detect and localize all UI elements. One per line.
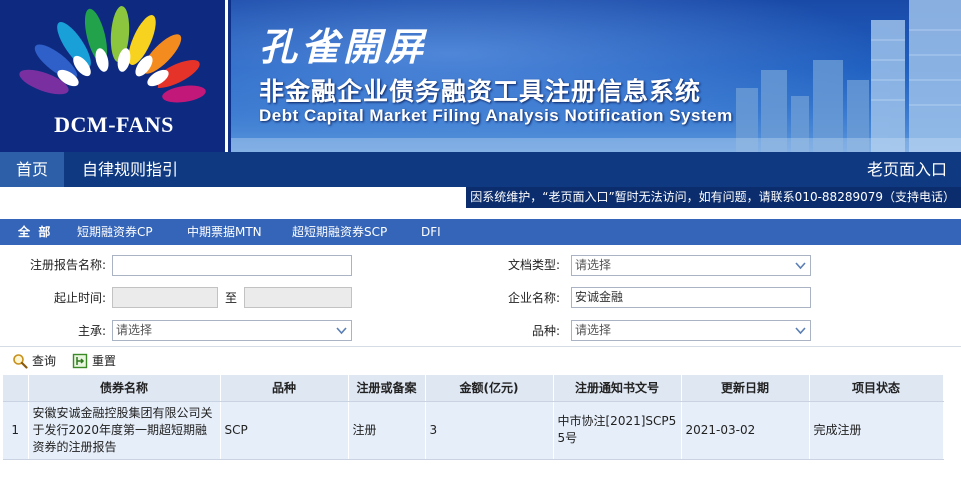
system-title-en: Debt Capital Market Filing Analysis Noti…	[259, 106, 733, 125]
report-name-input[interactable]	[112, 255, 352, 276]
variety-label: 品种:	[531, 324, 560, 338]
tab-cp[interactable]: 短期融资券CP	[77, 219, 153, 245]
logo-text: DCM-FANS	[54, 112, 174, 137]
company-label: 企业名称:	[507, 291, 560, 305]
doc-type-select[interactable]: 请选择	[571, 255, 811, 276]
date-cell: 2021-03-02	[681, 401, 810, 460]
time-range-separator: 至	[224, 291, 237, 305]
start-date-input[interactable]	[112, 287, 218, 308]
tab-all[interactable]: 全 部	[18, 219, 50, 245]
nav-rules[interactable]: 自律规则指引	[66, 152, 194, 187]
col-header-date[interactable]: 更新日期	[681, 375, 810, 402]
reset-button[interactable]: 重置	[72, 352, 116, 370]
amount-cell: 3	[425, 401, 554, 460]
table-row[interactable]: 1 安徽安诚金融控股集团有限公司关于发行2020年度第一期超短期融资券的注册报告…	[3, 401, 944, 460]
variety-select[interactable]: 请选择	[571, 320, 811, 341]
reset-label: 重置	[92, 354, 117, 368]
tab-dfi[interactable]: DFI	[421, 219, 441, 245]
underwriter-value: 请选择	[116, 323, 153, 337]
main-nav: 首页 自律规则指引 老页面入口	[0, 152, 961, 187]
table-header-row: 债券名称 品种 注册或备案 金额(亿元) 注册通知书文号 更新日期 项目状态	[3, 375, 944, 402]
header-banner: DCM-FANS 孔雀開屏 非金融企业债务融资工具注册信息系统 Debt Cap…	[0, 0, 961, 152]
col-header-variety[interactable]: 品种	[220, 375, 349, 402]
time-range-label: 起止时间:	[53, 291, 106, 305]
tab-mtn[interactable]: 中期票据MTN	[187, 219, 262, 245]
chevron-down-icon	[336, 327, 347, 335]
maintenance-notice: 因系统维护，“老页面入口”暂时无法访问，如有问题，请联系010-88289079…	[466, 187, 961, 208]
nav-home[interactable]: 首页	[0, 152, 65, 187]
type-cell: 注册	[348, 401, 426, 460]
col-header-amount[interactable]: 金额(亿元)	[425, 375, 554, 402]
nav-old-portal[interactable]: 老页面入口	[851, 152, 961, 187]
reset-icon	[72, 353, 88, 369]
category-tabs: 全 部 短期融资券CP 中期票据MTN 超短期融资券SCP DFI	[0, 219, 961, 245]
col-header-status[interactable]: 项目状态	[809, 375, 944, 402]
logo[interactable]: DCM-FANS	[0, 0, 228, 152]
calligraphy-title: 孔雀開屏	[259, 24, 428, 69]
col-header-type[interactable]: 注册或备案	[348, 375, 426, 402]
tab-scp[interactable]: 超短期融资券SCP	[292, 219, 387, 245]
search-icon	[13, 354, 28, 369]
query-button[interactable]: 查询	[12, 352, 56, 370]
col-header-notice-no[interactable]: 注册通知书文号	[553, 375, 682, 402]
underwriter-select[interactable]: 请选择	[112, 320, 352, 341]
divider	[0, 346, 961, 347]
variety-cell: SCP	[220, 401, 349, 460]
col-header-name[interactable]: 债券名称	[28, 375, 221, 402]
end-date-input[interactable]	[244, 287, 352, 308]
variety-value: 请选择	[575, 323, 612, 337]
query-label: 查询	[32, 354, 57, 368]
report-name-label: 注册报告名称:	[29, 258, 106, 272]
banner-title-area: 孔雀開屏 非金融企业债务融资工具注册信息系统 Debt Capital Mark…	[231, 0, 961, 152]
col-header-index	[3, 375, 29, 402]
doc-type-label: 文档类型:	[507, 258, 560, 272]
chevron-down-icon	[795, 327, 806, 335]
doc-type-value: 请选择	[575, 258, 612, 272]
underwriter-label: 主承:	[77, 324, 106, 338]
status-cell: 完成注册	[809, 401, 944, 460]
row-index: 1	[3, 401, 29, 460]
chevron-down-icon	[795, 262, 806, 270]
results-table: 债券名称 品种 注册或备案 金额(亿元) 注册通知书文号 更新日期 项目状态 1…	[3, 375, 944, 460]
peacock-logo-icon	[19, 6, 206, 104]
system-title-cn: 非金融企业债务融资工具注册信息系统	[259, 77, 702, 106]
notice-no-cell: 中市协注[2021]SCP55号	[553, 401, 682, 460]
company-input[interactable]: 安诚金融	[571, 287, 811, 308]
bond-name-link[interactable]: 安徽安诚金融控股集团有限公司关于发行2020年度第一期超短期融资券的注册报告	[28, 401, 221, 460]
